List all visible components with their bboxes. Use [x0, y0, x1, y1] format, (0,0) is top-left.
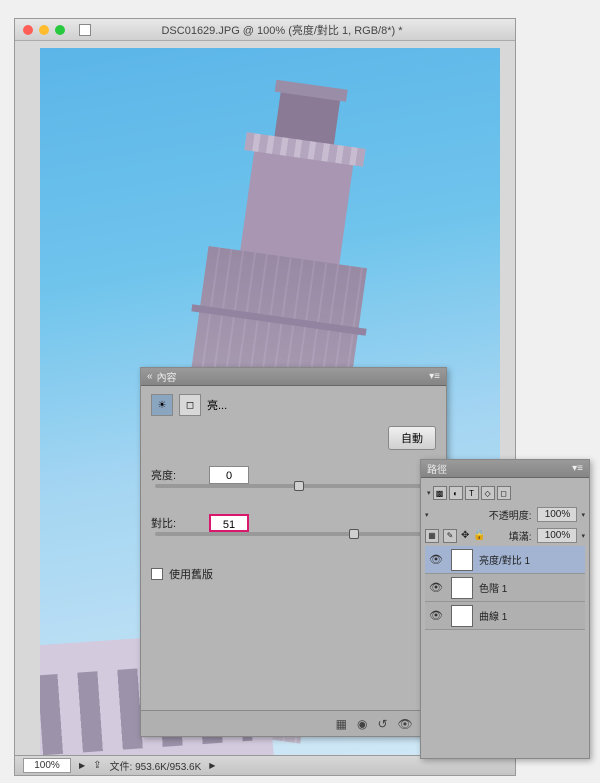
- layer-thumbnail[interactable]: [451, 605, 473, 627]
- layers-panel: 路徑 ▾≡ ▾ ▩ ◐ T ◇ ◻ ▾ 不透明度: 100% ▾ ▦ ✎ ✥ 🔒…: [420, 459, 590, 759]
- title-bar: DSC01629.JPG @ 100% (亮度/對比 1, RGB/8*) *: [15, 19, 515, 41]
- legacy-checkbox[interactable]: [151, 568, 163, 580]
- zoom-dropdown-icon[interactable]: ▶: [79, 761, 85, 770]
- eye-icon[interactable]: 👁: [429, 581, 445, 594]
- contrast-row: 對比: 51: [151, 514, 436, 532]
- window-title: DSC01629.JPG @ 100% (亮度/對比 1, RGB/8*) *: [57, 22, 507, 38]
- properties-panel-footer: ▦ ◉ ↺ 👁 🗑: [141, 710, 446, 736]
- toggle-visibility-icon[interactable]: 👁: [398, 717, 413, 731]
- adjustment-name: 亮...: [207, 397, 227, 413]
- auto-button[interactable]: 自動: [388, 426, 436, 450]
- lock-row: ▦ ✎ ✥ 🔒 填滿: 100% ▾: [425, 525, 585, 546]
- opacity-label: 不透明度:: [489, 507, 532, 522]
- close-icon[interactable]: [23, 25, 33, 35]
- layers-panel-header[interactable]: 路徑 ▾≡: [421, 460, 589, 478]
- layers-panel-menu-icon[interactable]: ▾≡: [572, 463, 583, 474]
- properties-panel-title: 內容: [157, 369, 177, 384]
- filter-dropdown-icon[interactable]: ▾: [427, 489, 431, 497]
- contrast-value[interactable]: 51: [209, 514, 249, 532]
- layers-panel-title: 路徑: [427, 461, 447, 476]
- legacy-label: 使用舊版: [169, 566, 213, 582]
- opacity-row: ▾ 不透明度: 100% ▾: [425, 504, 585, 525]
- brightness-slider[interactable]: [155, 484, 432, 488]
- file-info-dropdown-icon[interactable]: ▶: [209, 761, 215, 770]
- collapse-icon[interactable]: «: [147, 371, 153, 382]
- layer-item[interactable]: 👁 亮度/對比 1: [425, 546, 585, 574]
- fill-value[interactable]: 100%: [537, 528, 577, 543]
- layer-name: 亮度/對比 1: [479, 552, 530, 567]
- filter-type-icon[interactable]: T: [465, 486, 479, 500]
- filter-adjust-icon[interactable]: ◐: [449, 486, 463, 500]
- brightness-value[interactable]: 0: [209, 466, 249, 484]
- filter-smart-icon[interactable]: ◻: [497, 486, 511, 500]
- move-icon[interactable]: ✥: [461, 530, 469, 541]
- legacy-checkbox-row[interactable]: 使用舊版: [151, 566, 436, 582]
- contrast-slider-thumb[interactable]: [349, 529, 359, 539]
- opacity-dropdown-icon[interactable]: ▾: [581, 511, 585, 519]
- layer-name: 曲線 1: [479, 608, 507, 623]
- layer-item[interactable]: 👁 色階 1: [425, 574, 585, 602]
- fill-dropdown-icon[interactable]: ▾: [581, 532, 585, 540]
- properties-panel-header[interactable]: « 內容 ▾≡: [141, 368, 446, 386]
- layer-thumbnail[interactable]: [451, 577, 473, 599]
- file-info: 文件: 953.6K/953.6K: [110, 758, 202, 773]
- view-previous-icon[interactable]: ◉: [357, 717, 367, 731]
- clip-to-layer-icon[interactable]: ▦: [336, 717, 347, 731]
- layer-item[interactable]: 👁 曲線 1: [425, 602, 585, 630]
- adjustment-icon[interactable]: ☀: [151, 394, 173, 416]
- layer-filter-row: ▾ ▩ ◐ T ◇ ◻: [425, 482, 585, 504]
- contrast-slider[interactable]: [155, 532, 432, 536]
- eye-icon[interactable]: 👁: [429, 553, 445, 566]
- brightness-label: 亮度:: [151, 467, 201, 483]
- fill-label: 填滿:: [509, 528, 532, 543]
- mask-icon[interactable]: ◻: [179, 394, 201, 416]
- lock-transparent-icon[interactable]: ▦: [425, 529, 439, 543]
- layer-name: 色階 1: [479, 580, 507, 595]
- lock-pixels-icon[interactable]: ✎: [443, 529, 457, 543]
- eye-icon[interactable]: 👁: [429, 609, 445, 622]
- brightness-slider-thumb[interactable]: [294, 481, 304, 491]
- blend-mode-dropdown-icon[interactable]: ▾: [425, 511, 429, 519]
- panel-menu-icon[interactable]: ▾≡: [429, 371, 440, 382]
- minimize-icon[interactable]: [39, 25, 49, 35]
- contrast-label: 對比:: [151, 515, 201, 531]
- layer-thumbnail[interactable]: [451, 549, 473, 571]
- lock-all-icon[interactable]: 🔒: [473, 530, 485, 541]
- filter-shape-icon[interactable]: ◇: [481, 486, 495, 500]
- opacity-value[interactable]: 100%: [537, 507, 577, 522]
- properties-panel: « 內容 ▾≡ ☀ ◻ 亮... 自動 亮度: 0 對比: 51 使用舊版: [140, 367, 447, 737]
- zoom-level[interactable]: 100%: [23, 758, 71, 773]
- filter-pixel-icon[interactable]: ▩: [433, 486, 447, 500]
- share-icon[interactable]: ⇪: [93, 760, 101, 771]
- layer-list: 👁 亮度/對比 1 👁 色階 1 👁 曲線 1: [425, 546, 585, 630]
- reset-icon[interactable]: ↺: [377, 717, 387, 731]
